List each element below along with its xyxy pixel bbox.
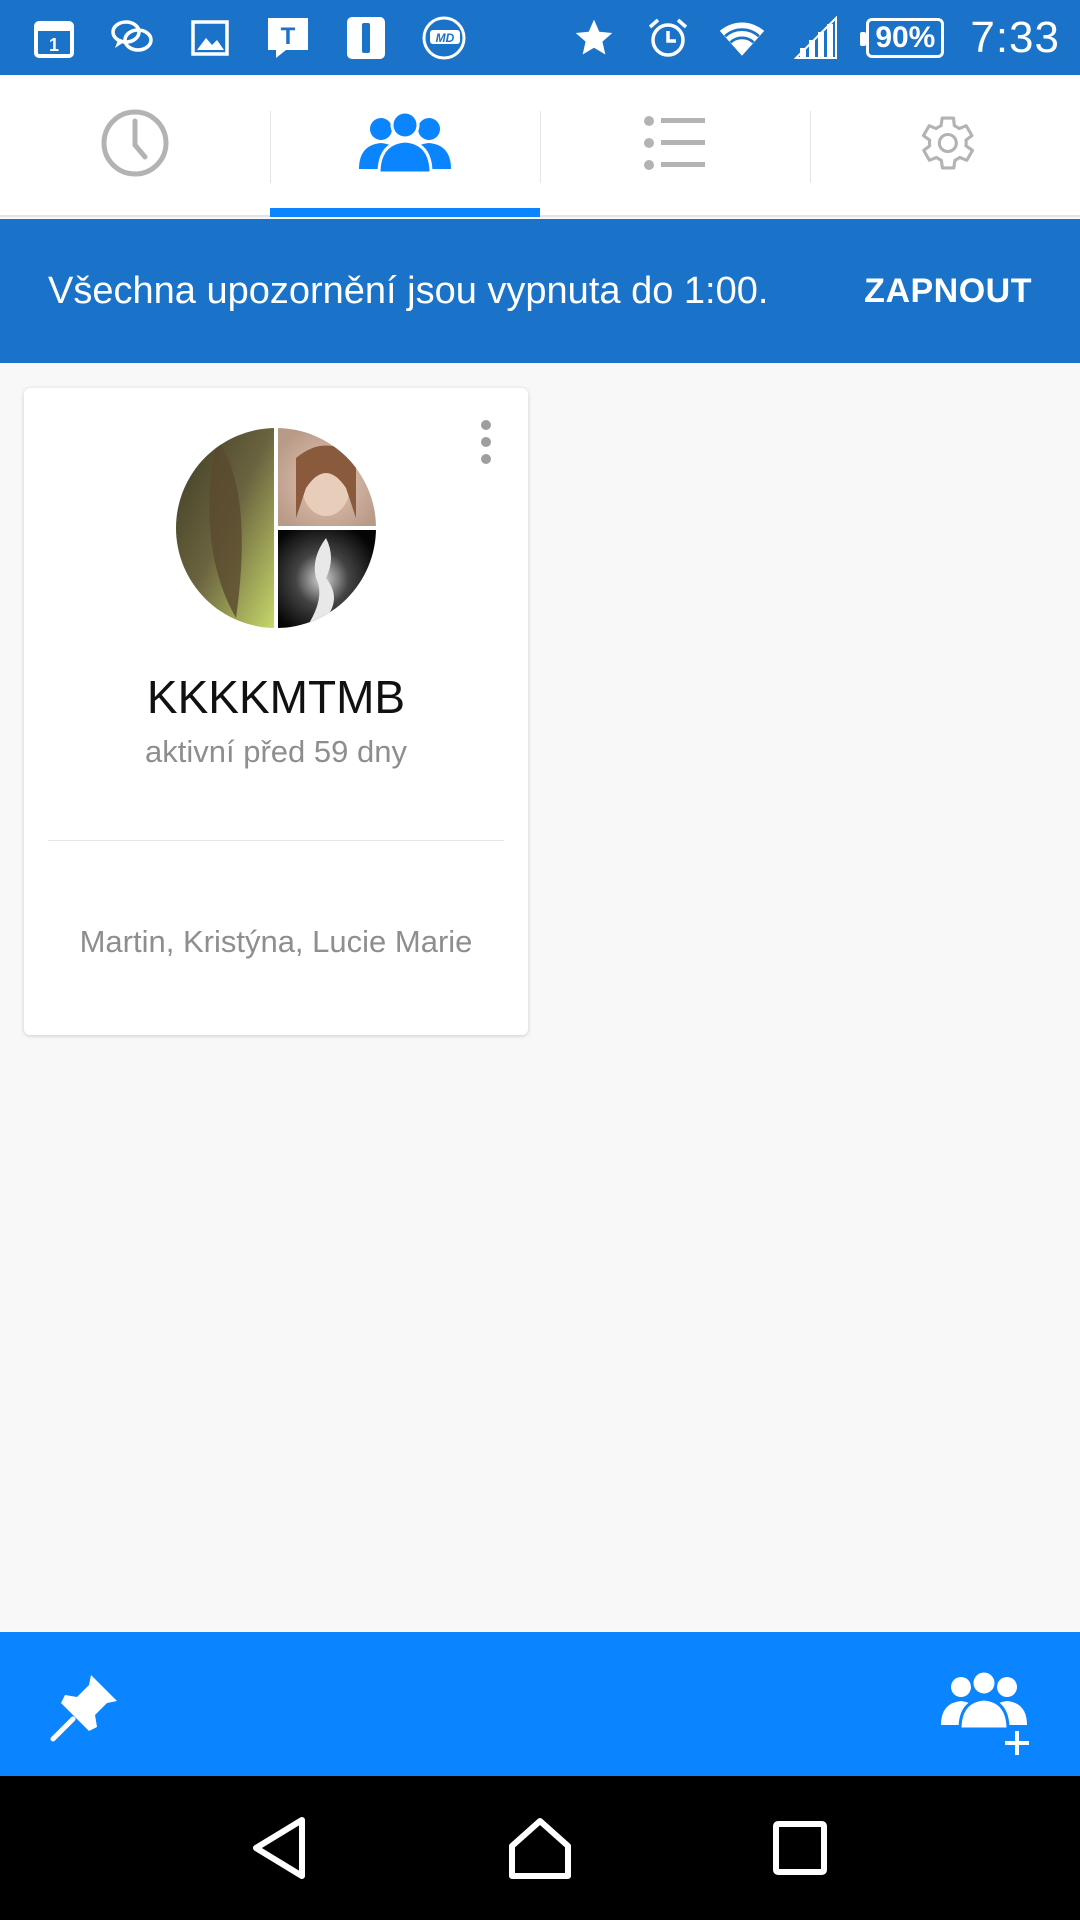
recent-apps-icon[interactable] [750, 1798, 850, 1898]
star-icon [570, 14, 618, 62]
chat-bubbles-icon [108, 14, 156, 62]
tab-list[interactable] [540, 75, 810, 215]
home-icon[interactable] [490, 1798, 590, 1898]
svg-text:MD: MD [436, 31, 455, 45]
clock-icon [99, 107, 171, 184]
back-icon[interactable] [230, 1798, 330, 1898]
gear-icon [911, 109, 979, 182]
bottom-action-bar [0, 1632, 1080, 1776]
pin-icon[interactable] [40, 1662, 130, 1752]
md-app-icon: MD [420, 14, 468, 62]
banner-text: Všechna upozornění jsou vypnuta do 1:00. [48, 269, 769, 312]
alarm-icon [644, 14, 692, 62]
group-name: KKKKMTMB [146, 671, 406, 723]
list-icon [643, 115, 707, 176]
t-app-icon: T [264, 14, 312, 62]
notifications-muted-banner: Všechna upozornění jsou vypnuta do 1:00.… [0, 219, 1080, 363]
gallery-icon [186, 14, 234, 62]
card-divider [48, 840, 504, 841]
group-activity: aktivní před 59 dny [145, 734, 407, 769]
battery-indicator: 90% [860, 17, 945, 58]
tab-settings[interactable] [810, 75, 1080, 215]
tab-recent[interactable] [0, 75, 270, 215]
people-icon [357, 110, 453, 180]
svg-text:T: T [281, 23, 296, 50]
tab-groups[interactable] [270, 75, 540, 217]
calendar-icon: 1 [30, 14, 78, 62]
navigation-bar [0, 1776, 1080, 1920]
status-bar: 1 T MD 90% 7:33 [0, 0, 1080, 75]
signal-icon [792, 14, 840, 62]
more-options-icon[interactable] [466, 412, 506, 472]
add-group-icon[interactable] [934, 1660, 1044, 1760]
turn-on-button[interactable]: ZAPNOUT [864, 272, 1032, 311]
svg-text:1: 1 [49, 35, 59, 55]
clock: 7:33 [970, 12, 1060, 62]
system-icons: 90% 7:33 [544, 13, 1060, 63]
notification-icons: 1 T MD [30, 14, 498, 62]
tab-bar [0, 75, 1080, 217]
wifi-icon [718, 14, 766, 62]
group-members: Martin, Kristýna, Lucie Marie [79, 924, 473, 959]
group-avatar [176, 428, 376, 628]
group-card[interactable]: KKKKMTMB aktivní před 59 dny Martin, Kri… [24, 388, 528, 1035]
i-app-icon [342, 14, 390, 62]
